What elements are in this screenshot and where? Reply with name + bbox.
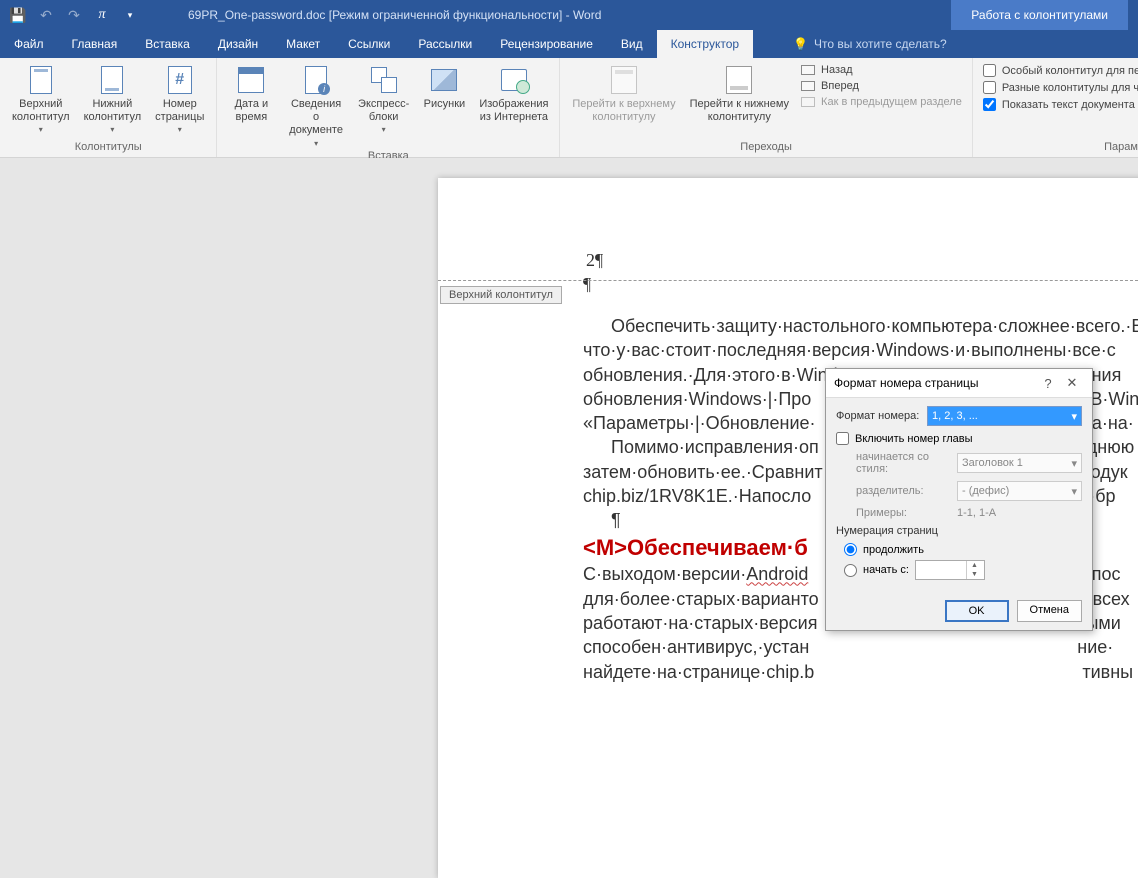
title-bar: 💾 ↶ ↷ π ▾ 69PR_One-password.doc [Режим о… <box>0 0 1138 30</box>
spin-down-icon[interactable]: ▼ <box>967 570 982 579</box>
page-number-button[interactable]: # Номер страницы▾ <box>149 62 210 137</box>
header-page-number: 2¶ <box>586 250 603 271</box>
dialog-title: Формат номера страницы <box>834 376 1036 390</box>
ok-button[interactable]: OK <box>945 600 1009 622</box>
pictures-button[interactable]: Рисунки <box>416 62 472 113</box>
show-doc-text-checkbox[interactable]: Показать текст документа <box>983 98 1138 111</box>
quick-access-toolbar: 💾 ↶ ↷ π ▾ <box>0 3 148 27</box>
tell-me-search[interactable]: 💡 Что вы хотите сделать? <box>793 30 947 58</box>
footer-button[interactable]: Нижний колонтитул▾ <box>78 62 148 137</box>
tab-view[interactable]: Вид <box>607 30 657 58</box>
equation-icon[interactable]: π <box>90 3 114 27</box>
quick-parts-icon <box>371 67 397 93</box>
footer-icon <box>101 66 123 94</box>
undo-icon[interactable]: ↶ <box>34 3 58 27</box>
chevron-down-icon: ▾ <box>1071 457 1077 470</box>
goto-footer-icon <box>726 66 752 94</box>
group-headers-footers: Верхний колонтитул▾ Нижний колонтитул▾ #… <box>0 58 217 157</box>
group-navigation: Перейти к верхнему колонтитулу Перейти к… <box>560 58 972 157</box>
group-label-navigation: Переходы <box>566 141 965 155</box>
online-pictures-icon <box>501 69 527 91</box>
tab-layout[interactable]: Макет <box>272 30 334 58</box>
separator-label: разделитель: <box>836 485 951 497</box>
group-label-headers: Колонтитулы <box>6 141 210 155</box>
tab-file[interactable]: Файл <box>0 30 58 58</box>
nav-back-icon <box>801 65 815 75</box>
page-number-icon: # <box>168 66 192 94</box>
save-icon[interactable]: 💾 <box>6 3 30 27</box>
tab-design[interactable]: Дизайн <box>204 30 272 58</box>
lightbulb-icon: 💡 <box>793 37 808 51</box>
tab-references[interactable]: Ссылки <box>334 30 404 58</box>
nav-back-button[interactable]: Назад <box>801 64 962 76</box>
group-options: Особый колонтитул для пе Разные колонтит… <box>973 58 1138 157</box>
numbering-group-label: Нумерация страниц <box>836 525 1082 537</box>
date-time-button[interactable]: Дата и время <box>223 62 279 126</box>
header-button[interactable]: Верхний колонтитул▾ <box>6 62 76 137</box>
goto-footer-button[interactable]: Перейти к нижнему колонтитулу <box>684 62 795 126</box>
continue-radio[interactable]: продолжить <box>836 543 1082 556</box>
examples-value: 1-1, 1-A <box>957 507 996 519</box>
doc-info-button[interactable]: Сведения о документе▾ <box>281 62 351 150</box>
close-icon[interactable]: ✕ <box>1060 375 1084 391</box>
calendar-icon <box>238 67 264 93</box>
online-pictures-button[interactable]: Изображения из Интернета <box>474 62 553 126</box>
include-chapter-checkbox[interactable]: Включить номер главы <box>836 432 1082 445</box>
window-title: 69PR_One-password.doc [Режим ограниченно… <box>148 8 951 22</box>
dialog-titlebar: Формат номера страницы ? ✕ <box>826 369 1092 398</box>
number-format-select[interactable]: 1, 2, 3, ...▾ <box>927 406 1082 426</box>
page-number-format-dialog: Формат номера страницы ? ✕ Формат номера… <box>825 368 1093 631</box>
tab-constructor[interactable]: Конструктор <box>657 30 753 58</box>
nav-forward-button[interactable]: Вперед <box>801 80 962 92</box>
starts-with-style-label: начинается со стиля: <box>836 451 951 475</box>
group-label-options: Параме <box>979 141 1138 155</box>
ribbon-tabs: Файл Главная Вставка Дизайн Макет Ссылки… <box>0 30 1138 58</box>
goto-header-icon <box>611 66 637 94</box>
doc-info-icon <box>305 66 327 94</box>
contextual-tab-header: Работа с колонтитулами <box>951 0 1128 30</box>
header-icon <box>30 66 52 94</box>
group-insert: Дата и время Сведения о документе▾ Экспр… <box>217 58 560 157</box>
separator-select: - (дефис)▾ <box>957 481 1082 501</box>
header-para-mark: ¶ <box>583 274 591 295</box>
tell-me-placeholder: Что вы хотите сделать? <box>814 37 947 51</box>
link-prev-icon <box>801 97 815 107</box>
redo-icon[interactable]: ↷ <box>62 3 86 27</box>
header-tag-label: Верхний колонтитул <box>440 286 562 304</box>
header-boundary-rule <box>438 280 1138 281</box>
tab-insert[interactable]: Вставка <box>131 30 204 58</box>
tab-mailings[interactable]: Рассылки <box>404 30 486 58</box>
chevron-down-icon: ▾ <box>1071 410 1077 423</box>
start-at-spinner[interactable]: ▲▼ <box>915 560 985 580</box>
start-at-radio[interactable]: начать с: ▲▼ <box>836 560 1082 580</box>
nav-forward-icon <box>801 81 815 91</box>
qat-customize-icon[interactable]: ▾ <box>118 3 142 27</box>
tab-review[interactable]: Рецензирование <box>486 30 607 58</box>
quick-parts-button[interactable]: Экспресс- блоки▾ <box>353 62 415 137</box>
spin-up-icon[interactable]: ▲ <box>967 561 982 570</box>
help-button[interactable]: ? <box>1036 376 1060 391</box>
tab-home[interactable]: Главная <box>58 30 132 58</box>
ribbon: Верхний колонтитул▾ Нижний колонтитул▾ #… <box>0 58 1138 158</box>
examples-label: Примеры: <box>836 507 951 519</box>
chevron-down-icon: ▾ <box>1071 485 1077 498</box>
link-to-previous-button: Как в предыдущем разделе <box>801 96 962 108</box>
format-label: Формат номера: <box>836 410 921 422</box>
cancel-button[interactable]: Отмена <box>1017 600 1082 622</box>
special-first-page-checkbox[interactable]: Особый колонтитул для пе <box>983 64 1138 77</box>
starts-with-style-select: Заголовок 1▾ <box>957 453 1082 473</box>
diff-odd-even-checkbox[interactable]: Разные колонтитулы для ч <box>983 81 1138 94</box>
goto-header-button: Перейти к верхнему колонтитулу <box>566 62 681 126</box>
pictures-icon <box>431 69 457 91</box>
